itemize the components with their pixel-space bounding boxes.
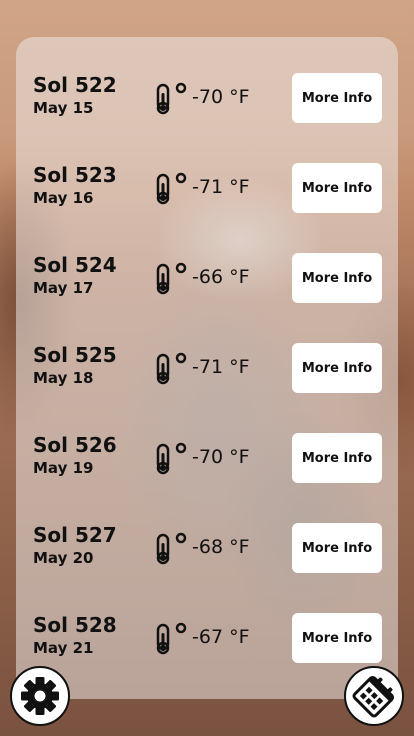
list-item: Sol 528 May 21 -67 °F More Info	[16, 577, 398, 667]
date-label: May 19	[33, 459, 94, 477]
sol-label: Sol 524	[33, 253, 117, 277]
mars-background: Sol 522 May 15 -70 °F More Info Sol 523 …	[0, 0, 414, 736]
sol-label: Sol 522	[33, 73, 117, 97]
sol-label: Sol 523	[33, 163, 117, 187]
list-item: Sol 524 May 17 -66 °F More Info	[16, 217, 398, 307]
thermometer-icon	[156, 532, 187, 565]
list-item: Sol 527 May 20 -68 °F More Info	[16, 487, 398, 577]
calendar-icon	[352, 675, 395, 718]
thermometer-icon	[156, 622, 187, 655]
date-label: May 15	[33, 99, 94, 117]
temperature-value: -70 °F	[192, 446, 250, 468]
temperature-value: -71 °F	[192, 176, 250, 198]
list-item: Sol 525 May 18 -71 °F More Info	[16, 307, 398, 397]
temperature-value: -67 °F	[192, 626, 250, 648]
date-label: May 16	[33, 189, 94, 207]
list-item: Sol 526 May 19 -70 °F More Info	[16, 397, 398, 487]
more-info-button[interactable]: More Info	[292, 73, 382, 123]
more-info-button[interactable]: More Info	[292, 343, 382, 393]
more-info-button[interactable]: More Info	[292, 253, 382, 303]
sol-label: Sol 525	[33, 343, 117, 367]
date-label: May 20	[33, 549, 94, 567]
temperature-value: -71 °F	[192, 356, 250, 378]
thermometer-icon	[156, 262, 187, 295]
more-info-button[interactable]: More Info	[292, 613, 382, 663]
temperature-value: -70 °F	[192, 86, 250, 108]
more-info-button[interactable]: More Info	[292, 523, 382, 573]
sol-label: Sol 528	[33, 613, 117, 637]
gear-icon	[21, 677, 59, 715]
date-label: May 21	[33, 639, 94, 657]
calendar-button[interactable]	[344, 666, 404, 726]
list-item: Sol 523 May 16 -71 °F More Info	[16, 127, 398, 217]
date-label: May 18	[33, 369, 94, 387]
temperature-value: -68 °F	[192, 536, 250, 558]
thermometer-icon	[156, 82, 187, 115]
more-info-button[interactable]: More Info	[292, 433, 382, 483]
settings-button[interactable]	[10, 666, 70, 726]
list-item: Sol 522 May 15 -70 °F More Info	[16, 37, 398, 127]
thermometer-icon	[156, 352, 187, 385]
thermometer-icon	[156, 442, 187, 475]
sol-label: Sol 527	[33, 523, 117, 547]
thermometer-icon	[156, 172, 187, 205]
weather-list-panel: Sol 522 May 15 -70 °F More Info Sol 523 …	[16, 37, 398, 699]
date-label: May 17	[33, 279, 94, 297]
more-info-button[interactable]: More Info	[292, 163, 382, 213]
temperature-value: -66 °F	[192, 266, 250, 288]
sol-label: Sol 526	[33, 433, 117, 457]
